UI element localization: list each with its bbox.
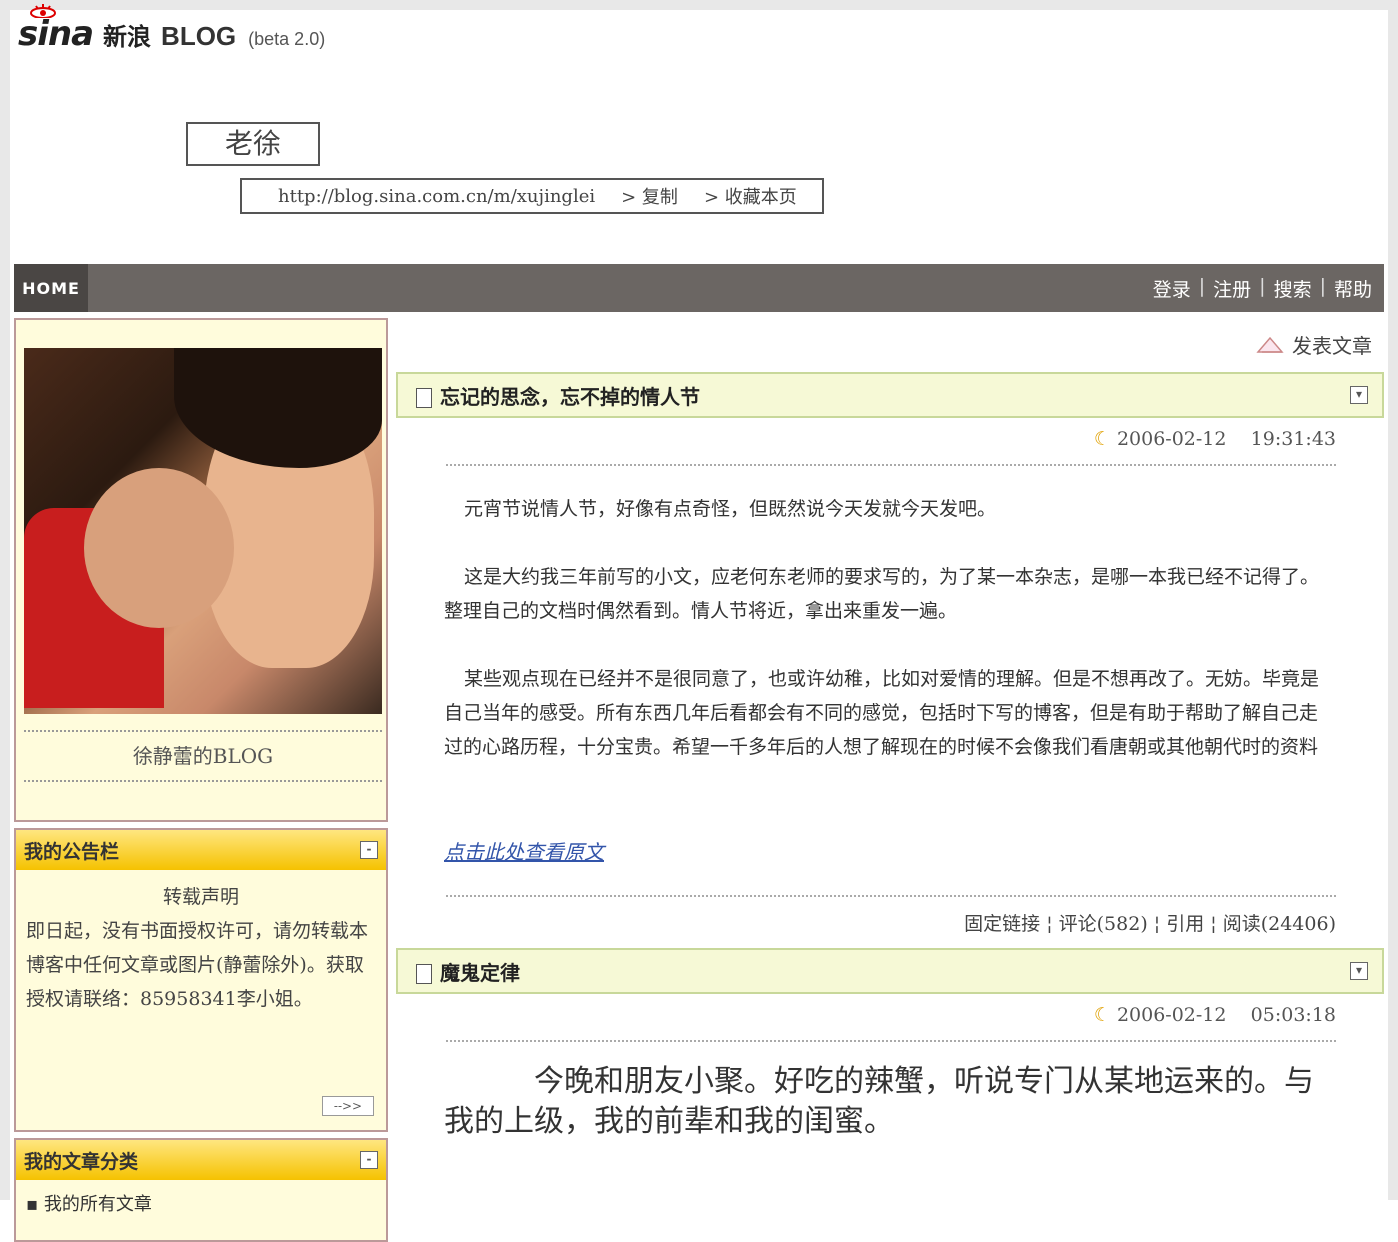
category-panel: 我的文章分类 - ▪ 我的所有文章 — [14, 1138, 388, 1242]
article-body: 元宵节说情人节，好像有点奇怪，但既然说今天发就今天发吧。 这是大约我三年前写的小… — [396, 492, 1384, 764]
paragraph-text: 今晚和朋友小聚。好吃的辣蟹，听说专门从某地运来的。与我的上级，我的前辈和我的闺蜜… — [444, 1064, 1314, 1139]
nav-separator: | — [1259, 274, 1266, 297]
dotted-divider — [24, 780, 382, 782]
category-item-label[interactable]: 我的所有文章 — [44, 1194, 152, 1215]
article-footer: 固定链接 ¦ 评论(582) ¦ 引用 ¦ 阅读(24406) — [964, 913, 1336, 935]
permalink-link[interactable]: 固定链接 — [964, 913, 1040, 935]
notice-panel-title: 我的公告栏 — [24, 840, 120, 863]
moon-icon: ☾ — [1093, 428, 1111, 450]
article-title-wrap: 魔鬼定律 — [416, 957, 520, 986]
article-title[interactable]: 魔鬼定律 — [440, 961, 520, 985]
owner-blog-name[interactable]: 徐静蕾的BLOG — [16, 740, 390, 769]
nav-links: 登录 | 注册 | 搜索 | 帮助 — [1153, 275, 1372, 302]
pen-icon — [1256, 336, 1284, 353]
article-paragraph: 这是大约我三年前写的小文，应老何东老师的要求写的，为了某一本杂志，是哪一本我已经… — [396, 560, 1384, 628]
notice-content: 转载声明 即日起，没有书面授权许可，请勿转载本博客中任何文章或图片(静蕾除外)。… — [16, 870, 386, 1130]
profile-photo[interactable] — [24, 348, 382, 714]
paragraph-text: 某些观点现在已经并不是很同意了，也或许幼稚，比如对爱情的理解。但是不想再改了。无… — [444, 668, 1320, 758]
document-icon — [416, 388, 432, 408]
post-article-button[interactable]: 发表文章 — [1256, 330, 1372, 359]
article-title[interactable]: 忘记的思念，忘不掉的情人节 — [440, 385, 700, 409]
article-meta: ☾ 2006-02-12 19:31:43 — [396, 428, 1384, 450]
main-content: 发表文章 忘记的思念，忘不掉的情人节 ▾ ☾ 2006-02-12 19:31:4… — [396, 318, 1384, 1142]
reads-count: 阅读(24406) — [1222, 913, 1336, 935]
logo-blog: BLOG — [161, 21, 237, 51]
article: 忘记的思念，忘不掉的情人节 ▾ ☾ 2006-02-12 19:31:43 元宵节… — [396, 372, 1384, 936]
blog-url[interactable]: http://blog.sina.com.cn/m/xujinglei — [278, 186, 595, 207]
nav-separator: | — [1319, 274, 1326, 297]
expand-icon[interactable]: ▾ — [1350, 386, 1368, 404]
eye-logo-icon — [30, 4, 56, 18]
notice-text: 即日起，没有书面授权许可，请勿转载本博客中任何文章或图片(静蕾除外)。获取授权请… — [26, 920, 369, 1010]
photo-shape — [84, 468, 234, 628]
sina-logo-mark: sina — [18, 4, 94, 54]
logo-text: sina — [18, 14, 94, 54]
category-item[interactable]: ▪ 我的所有文章 — [16, 1180, 386, 1240]
article-time: 19:31:43 — [1250, 428, 1336, 450]
expand-icon[interactable]: ▾ — [1350, 962, 1368, 980]
bookmark-link[interactable]: > 收藏本页 — [704, 183, 797, 209]
nav-bar: HOME 登录 | 注册 | 搜索 | 帮助 — [14, 264, 1384, 312]
article-paragraph: 元宵节说情人节，好像有点奇怪，但既然说今天发就今天发吧。 — [396, 492, 1384, 526]
read-more-link[interactable]: 点击此处查看原文 — [396, 836, 1384, 865]
article-body: 今晚和朋友小聚。好吃的辣蟹，听说专门从某地运来的。与我的上级，我的前辈和我的闺蜜… — [396, 1062, 1384, 1142]
sidebar: 徐静蕾的BLOG 我的公告栏 - 转载声明 即日起，没有书面授权许可，请勿转载本… — [14, 318, 388, 1242]
search-link[interactable]: 搜索 — [1274, 275, 1312, 302]
notice-heading: 转载声明 — [162, 886, 239, 908]
help-link[interactable]: 帮助 — [1334, 275, 1372, 302]
dotted-divider — [446, 464, 1336, 466]
article-time: 05:03:18 — [1250, 1004, 1336, 1026]
article-date: 2006-02-12 — [1116, 1004, 1227, 1026]
article-paragraph: 某些观点现在已经并不是很同意了，也或许幼稚，比如对爱情的理解。但是不想再改了。无… — [396, 662, 1384, 764]
register-link[interactable]: 注册 — [1213, 275, 1251, 302]
article-title-wrap: 忘记的思念，忘不掉的情人节 — [416, 381, 700, 410]
copy-link[interactable]: > 复制 — [621, 183, 678, 209]
nav-separator: | — [1198, 274, 1206, 297]
dotted-divider — [24, 730, 382, 732]
trackback-link[interactable]: 引用 — [1166, 913, 1204, 935]
article-meta: ☾ 2006-02-12 05:03:18 — [396, 1004, 1384, 1026]
article-header: 魔鬼定律 ▾ — [396, 948, 1384, 994]
logo-cn: 新浪 — [103, 23, 152, 51]
profile-panel: 徐静蕾的BLOG — [14, 318, 388, 822]
category-panel-title: 我的文章分类 — [24, 1150, 139, 1173]
paragraph-text: 元宵节说情人节，好像有点奇怪，但既然说今天发就今天发吧。 — [464, 498, 997, 520]
collapse-icon[interactable]: - — [360, 1151, 378, 1169]
collapse-icon[interactable]: - — [360, 841, 378, 859]
comments-link[interactable]: 评论(582) — [1059, 913, 1148, 935]
notice-panel-header: 我的公告栏 - — [16, 830, 386, 870]
paragraph-text: 这是大约我三年前写的小文，应老何东老师的要求写的，为了某一本杂志，是哪一本我已经… — [444, 566, 1320, 622]
url-bar: http://blog.sina.com.cn/m/xujinglei > 复制… — [240, 178, 824, 214]
moon-icon: ☾ — [1093, 1004, 1111, 1026]
article: 魔鬼定律 ▾ ☾ 2006-02-12 05:03:18 今晚和朋友小聚。好吃的辣… — [396, 948, 1384, 1142]
photo-shape — [174, 348, 382, 468]
more-button[interactable]: -->> — [322, 1096, 374, 1116]
notice-panel: 我的公告栏 - 转载声明 即日起，没有书面授权许可，请勿转载本博客中任何文章或图… — [14, 828, 388, 1132]
sina-logo[interactable]: sina 新浪 BLOG (beta 2.0) — [18, 4, 326, 54]
home-tab[interactable]: HOME — [14, 264, 88, 312]
document-icon — [416, 964, 432, 984]
article-header: 忘记的思念，忘不掉的情人节 ▾ — [396, 372, 1384, 418]
article-paragraph: 今晚和朋友小聚。好吃的辣蟹，听说专门从某地运来的。与我的上级，我的前辈和我的闺蜜… — [396, 1062, 1384, 1142]
category-panel-header: 我的文章分类 - — [16, 1140, 386, 1180]
login-link[interactable]: 登录 — [1153, 275, 1191, 302]
dotted-divider — [446, 1040, 1336, 1042]
logo-beta: (beta 2.0) — [248, 29, 326, 49]
article-date: 2006-02-12 — [1116, 428, 1227, 450]
post-toolbar: 发表文章 — [396, 318, 1384, 372]
dotted-divider — [446, 895, 1336, 897]
post-article-label[interactable]: 发表文章 — [1292, 330, 1372, 359]
blog-title: 老徐 — [186, 122, 320, 166]
